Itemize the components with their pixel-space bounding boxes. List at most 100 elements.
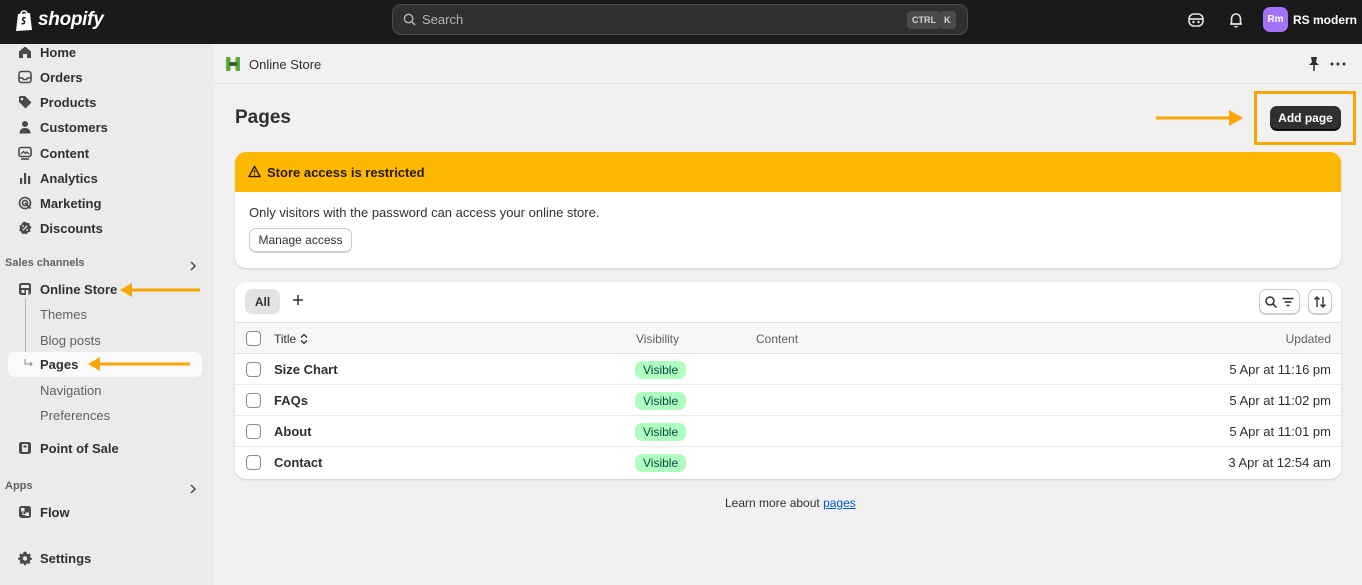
- search-input[interactable]: Search CTRL K: [392, 4, 968, 35]
- table-row[interactable]: Size Chart Visible 5 Apr at 11:16 pm: [235, 354, 1341, 385]
- sidebar-item-label: Online Store: [40, 281, 118, 297]
- sidebar-item-label: Content: [40, 145, 90, 161]
- store-avatar: Rm: [1263, 7, 1288, 32]
- banner-text: Only visitors with the password can acce…: [249, 205, 600, 220]
- breadcrumb: Online Store: [213, 44, 1362, 84]
- manage-access-button[interactable]: Manage access: [249, 228, 352, 252]
- sidebar-item-analytics[interactable]: Analytics: [8, 166, 202, 190]
- pin-icon[interactable]: [1307, 56, 1321, 72]
- table-header: Title Visibility Content Updated: [235, 322, 1341, 354]
- sidebar-subitem-themes[interactable]: Themes: [40, 307, 87, 322]
- row-updated: 5 Apr at 11:01 pm: [1229, 424, 1331, 439]
- breadcrumb-label[interactable]: Online Store: [249, 57, 321, 72]
- row-checkbox[interactable]: [246, 424, 261, 439]
- row-checkbox[interactable]: [246, 393, 261, 408]
- search-placeholder: Search: [422, 12, 464, 27]
- annotation-highlight-box: [1254, 91, 1356, 145]
- select-all-checkbox[interactable]: [246, 331, 261, 346]
- sidebar-item-point-of-sale[interactable]: Point of Sale: [8, 436, 202, 460]
- row-checkbox[interactable]: [246, 362, 261, 377]
- page-title: Pages: [235, 107, 291, 128]
- row-checkbox[interactable]: [246, 455, 261, 470]
- orders-icon: [18, 70, 32, 84]
- notification-bell-icon[interactable]: [1227, 11, 1245, 29]
- sidebar-item-marketing[interactable]: Marketing: [8, 191, 202, 215]
- chevron-right-icon[interactable]: [187, 260, 199, 272]
- search-icon: [403, 13, 416, 26]
- sidebar-item-label: Pages: [40, 357, 79, 372]
- sidebar-item-settings[interactable]: Settings: [8, 546, 202, 570]
- store-access-banner: Store access is restricted Only visitors…: [235, 152, 1341, 268]
- sidebar-item-label: Flow: [40, 504, 70, 520]
- row-title[interactable]: Contact: [274, 455, 322, 470]
- gear-icon: [18, 551, 32, 566]
- row-title[interactable]: About: [274, 424, 312, 439]
- chevron-right-icon[interactable]: [187, 483, 199, 495]
- sidebar-item-customers[interactable]: Customers: [8, 115, 202, 139]
- content-icon: [18, 146, 32, 160]
- add-view-icon[interactable]: [290, 292, 306, 308]
- sidebar-item-label: Orders: [40, 69, 83, 85]
- sidebar-subitem-blog-posts[interactable]: Blog posts: [40, 333, 101, 348]
- visibility-badge: Visible: [635, 454, 687, 472]
- sidebar-item-label: Discounts: [40, 220, 103, 236]
- sidebar-item-home[interactable]: Home: [8, 40, 202, 64]
- online-store-icon: [226, 57, 240, 71]
- search-filter-button[interactable]: [1259, 289, 1300, 314]
- tag-icon: [19, 96, 32, 109]
- shortcut-k-key: K: [939, 11, 956, 29]
- sidebar-item-content[interactable]: Content: [8, 141, 202, 165]
- column-updated: Updated: [1285, 332, 1331, 346]
- row-updated: 5 Apr at 11:02 pm: [1229, 393, 1331, 408]
- row-updated: 3 Apr at 12:54 am: [1228, 455, 1331, 470]
- target-icon: [18, 196, 32, 210]
- sidebar-item-orders[interactable]: Orders: [8, 65, 202, 89]
- sidebar-item-discounts[interactable]: Discounts: [8, 216, 202, 240]
- column-content: Content: [756, 332, 799, 346]
- sidebar-item-label: Marketing: [40, 195, 102, 211]
- top-bar: shopify Search CTRL K Rm RS modern: [0, 0, 1362, 44]
- annotation-arrow: [1156, 110, 1243, 126]
- sort-button[interactable]: [1308, 289, 1332, 314]
- point-of-sale-icon: [19, 442, 31, 454]
- logo-text: shopify: [38, 9, 104, 30]
- column-visibility: Visibility: [636, 332, 680, 346]
- store-name: RS modern: [1293, 12, 1358, 27]
- sidebar-item-flow[interactable]: Flow: [8, 500, 202, 524]
- sidebar-subitem-navigation[interactable]: Navigation: [40, 383, 101, 398]
- row-title[interactable]: Size Chart: [274, 362, 338, 377]
- sidebar-item-label: Settings: [40, 550, 92, 566]
- sidebar-item-label: Home: [40, 44, 77, 60]
- home-icon: [19, 46, 31, 58]
- pages-table-card: All Title Visibility Content Updated Siz…: [235, 282, 1341, 479]
- sidebar: Home Orders Products Customers Content A…: [0, 44, 213, 585]
- visibility-badge: Visible: [635, 392, 687, 410]
- tab-all[interactable]: All: [245, 289, 280, 314]
- learn-more-text: Learn more about pages: [725, 496, 856, 510]
- shopify-bag-icon: [16, 10, 32, 31]
- flow-icon: [19, 506, 31, 518]
- table-row[interactable]: FAQs Visible 5 Apr at 11:02 pm: [235, 385, 1341, 416]
- sidebar-item-label: Products: [40, 94, 97, 110]
- column-title-label: Title: [274, 332, 297, 346]
- row-updated: 5 Apr at 11:16 pm: [1229, 362, 1331, 377]
- shopify-logo[interactable]: shopify: [14, 8, 104, 32]
- sidekick-icon[interactable]: [1187, 11, 1205, 29]
- tree-branch-icon: [24, 359, 33, 367]
- shortcut-ctrl-key: CTRL: [907, 11, 941, 29]
- table-row[interactable]: About Visible 5 Apr at 11:01 pm: [235, 416, 1341, 447]
- store-switcher[interactable]: Rm RS modern: [1263, 7, 1357, 32]
- warning-icon: [248, 165, 261, 178]
- sidebar-item-products[interactable]: Products: [8, 90, 202, 114]
- banner-title: Store access is restricted: [267, 165, 425, 180]
- sidebar-item-label: Point of Sale: [40, 440, 119, 456]
- learn-more-link[interactable]: pages: [823, 496, 856, 510]
- discount-icon: [19, 221, 32, 235]
- row-title[interactable]: FAQs: [274, 393, 308, 408]
- column-title[interactable]: Title: [274, 332, 309, 346]
- sidebar-item-label: Customers: [40, 119, 108, 135]
- sidebar-subitem-preferences[interactable]: Preferences: [40, 408, 110, 423]
- table-row[interactable]: Contact Visible 3 Apr at 12:54 am: [235, 447, 1341, 478]
- sales-channels-heading: Sales channels: [5, 257, 85, 269]
- more-options-icon[interactable]: [1329, 56, 1347, 72]
